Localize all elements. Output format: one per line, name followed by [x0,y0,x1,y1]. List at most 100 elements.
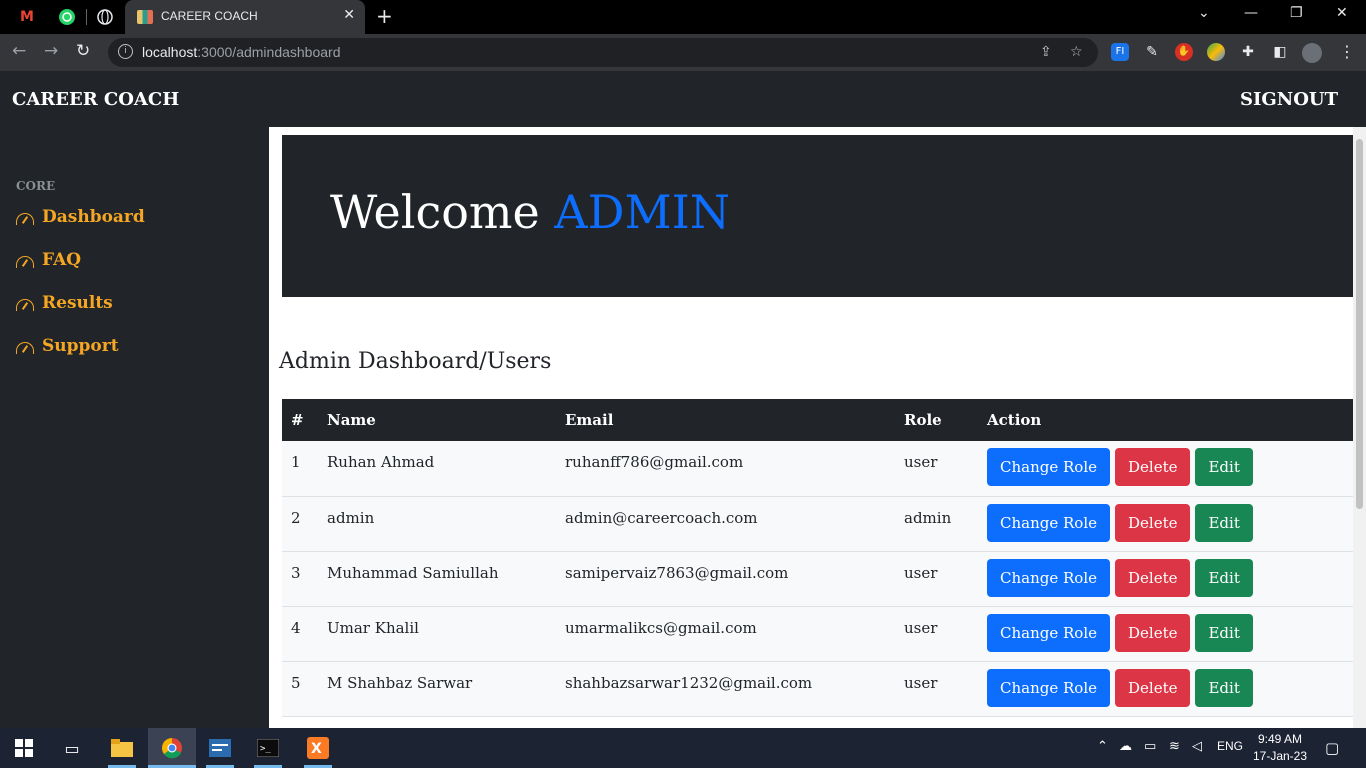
sidebar-item-results[interactable]: Results [16,293,113,313]
col-header-num: # [291,411,304,429]
task-view-icon[interactable]: ▭ [60,736,84,760]
globe-icon[interactable] [92,5,118,29]
change-role-button[interactable]: Change Role [987,558,1110,597]
edit-button[interactable]: Edit [1195,613,1253,652]
back-icon[interactable]: ← [12,41,26,61]
edit-button[interactable]: Edit [1195,558,1253,597]
page-title: Admin Dashboard/Users [279,349,552,374]
signout-link[interactable]: SIGNOUT [1240,89,1338,110]
url-host: localhost [142,44,198,60]
close-tab-icon[interactable]: ✕ [343,7,355,23]
tab-career-coach[interactable]: CAREER COACH ✕ [125,0,365,34]
color-extension-icon[interactable] [1207,43,1225,61]
gauge-icon [16,299,34,311]
cell-actions: Change Role Delete Edit [978,551,1354,606]
sidebar-item-label: FAQ [42,250,82,270]
delete-button[interactable]: Delete [1115,448,1191,486]
edit-button[interactable]: Edit [1195,668,1253,707]
bookmark-star-icon[interactable]: ☆ [1070,44,1083,60]
change-role-button[interactable]: Change Role [987,503,1110,542]
change-role-button[interactable]: Change Role [987,448,1110,486]
new-tab-icon[interactable]: + [376,4,393,28]
table-header-row: # Name Email Role Action [282,399,1354,441]
clock-date: 17-Jan-23 [1252,749,1308,763]
language-indicator[interactable]: ENG [1217,739,1243,753]
delete-button[interactable]: Delete [1115,613,1191,652]
close-window-icon[interactable]: ✕ [1336,5,1348,21]
whatsapp-icon[interactable] [54,5,80,29]
volume-icon[interactable]: ◁ [1192,739,1202,754]
sidebar-heading: CORE [16,179,56,193]
windows-taskbar: ▭ >_ X ⌃ ☁ ▭ ≋ ◁ ENG 9:49 AM 17-Jan-23 ▢ [0,728,1366,768]
edit-button[interactable]: Edit [1195,503,1253,542]
extensions-puzzle-icon[interactable]: ✚ [1239,43,1257,61]
forward-icon[interactable]: → [44,41,58,61]
system-clock[interactable]: 9:49 AM 17-Jan-23 [1252,731,1308,765]
site-info-icon[interactable]: i [118,44,133,59]
cell-email: shahbazsarwar1232@gmail.com [565,673,813,692]
windows-start-icon[interactable] [12,736,36,760]
browser-tab-bar: M CAREER COACH ✕ + ⌄ — ❐ ✕ [0,0,1366,34]
cell-num: 4 [291,618,301,637]
restore-icon[interactable]: ❐ [1290,5,1303,21]
cell-role: user [904,673,938,692]
page-scrollbar[interactable] [1353,127,1366,728]
table-row: 4 Umar Khalil umarmalikcs@gmail.com user Cha… [282,606,1354,661]
gauge-icon [16,342,34,354]
notifications-icon[interactable]: ▢ [1325,739,1339,757]
site-favicon-icon [137,10,153,24]
cell-num: 2 [291,508,301,527]
sidebar-item-faq[interactable]: FAQ [16,250,81,270]
battery-icon[interactable]: ▭ [1144,739,1156,754]
terminal-icon[interactable]: >_ [256,736,280,760]
cell-email: umarmalikcs@gmail.com [565,618,757,637]
col-header-name: Name [327,411,376,429]
top-navbar: CAREER COACH SIGNOUT [0,71,1366,127]
cell-num: 3 [291,563,301,582]
cell-role: user [904,618,938,637]
sidebar-item-support[interactable]: Support [16,336,119,356]
extension-fi-icon[interactable]: FI [1111,43,1129,61]
sidebar-item-label: Dashboard [42,207,145,227]
sidebar-item-dashboard[interactable]: Dashboard [16,207,145,227]
cell-name: Muhammad Samiullah [327,563,499,582]
pen-extension-icon[interactable]: ✎ [1143,43,1161,61]
change-role-button[interactable]: Change Role [987,613,1110,652]
gauge-icon [16,213,34,225]
delete-button[interactable]: Delete [1115,503,1191,542]
col-header-email: Email [565,411,614,429]
sidebar-item-label: Support [42,336,119,356]
scrollbar-thumb[interactable] [1356,139,1363,509]
change-role-button[interactable]: Change Role [987,668,1110,707]
cell-actions: Change Role Delete Edit [978,496,1354,551]
delete-button[interactable]: Delete [1115,668,1191,707]
delete-button[interactable]: Delete [1115,558,1191,597]
minimize-icon[interactable]: — [1244,5,1258,21]
reload-icon[interactable]: ↻ [76,41,90,61]
table-row: 2 admin admin@careercoach.com admin Change R… [282,496,1354,551]
side-panel-icon[interactable]: ◧ [1271,43,1289,61]
url-text: localhost:3000/admindashboard [142,44,341,60]
welcome-prefix: Welcome [330,185,540,239]
clock-time: 9:49 AM [1257,732,1303,746]
tray-chevron-icon[interactable]: ⌃ [1097,739,1108,754]
profile-avatar-icon[interactable] [1302,43,1322,63]
wifi-icon[interactable]: ≋ [1169,739,1180,754]
tab-search-chevron-icon[interactable]: ⌄ [1198,5,1210,21]
address-bar[interactable]: i localhost:3000/admindashboard ⇪ ☆ [108,38,1098,67]
table-row: 3 Muhammad Samiullah samipervaiz7863@gmail… [282,551,1354,606]
app-window-icon[interactable] [208,736,232,760]
welcome-banner: Welcome ADMIN [282,135,1354,297]
onedrive-cloud-icon[interactable]: ☁ [1119,739,1132,754]
tab-separator [86,9,87,25]
gmail-icon[interactable]: M [14,5,40,29]
chrome-icon[interactable] [160,736,184,760]
menu-kebab-icon[interactable]: ⋮ [1338,43,1356,61]
share-icon[interactable]: ⇪ [1040,44,1052,60]
file-explorer-icon[interactable] [110,736,134,760]
brand-link[interactable]: CAREER COACH [12,89,179,110]
edit-button[interactable]: Edit [1195,448,1253,486]
xampp-icon[interactable]: X [306,736,330,760]
adblock-icon[interactable]: ✋ [1175,43,1193,61]
tab-title: CAREER COACH [161,9,258,23]
